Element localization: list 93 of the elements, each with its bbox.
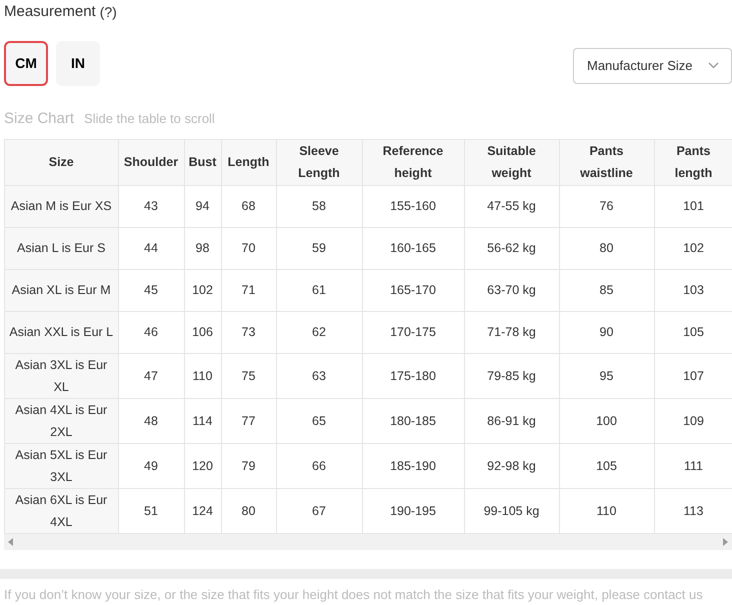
column-header: Pants waistline xyxy=(559,140,654,185)
table-cell: Asian 5XL is Eur 3XL xyxy=(5,443,118,488)
table-cell: 45 xyxy=(118,269,184,311)
table-cell: 160-165 xyxy=(362,227,464,269)
table-cell: 86-91 kg xyxy=(464,398,559,443)
table-cell: 114 xyxy=(184,398,221,443)
scroll-left-icon[interactable] xyxy=(8,538,13,546)
table-cell: 190-195 xyxy=(362,488,464,533)
table-cell: Asian 3XL is Eur XL xyxy=(5,353,118,398)
table-cell: 63 xyxy=(276,353,362,398)
scroll-hint: Slide the table to scroll xyxy=(84,110,215,128)
table-cell: 107 xyxy=(654,353,732,398)
column-header: Reference height xyxy=(362,140,464,185)
column-header: Bust xyxy=(184,140,221,185)
table-cell: 75 xyxy=(221,353,276,398)
table-cell: 48 xyxy=(118,398,184,443)
table-cell: 120 xyxy=(184,443,221,488)
table-cell: 70 xyxy=(221,227,276,269)
table-cell: 100 xyxy=(559,398,654,443)
column-header: Shoulder xyxy=(118,140,184,185)
table-cell: 103 xyxy=(654,269,732,311)
table-cell: Asian XXL is Eur L xyxy=(5,311,118,353)
table-cell: Asian L is Eur S xyxy=(5,227,118,269)
table-cell: 165-170 xyxy=(362,269,464,311)
table-cell: 175-180 xyxy=(362,353,464,398)
table-cell: 113 xyxy=(654,488,732,533)
table-cell: 180-185 xyxy=(362,398,464,443)
table-cell: 47-55 kg xyxy=(464,185,559,227)
table-cell: 79 xyxy=(221,443,276,488)
table-cell: 98 xyxy=(184,227,221,269)
table-cell: 110 xyxy=(184,353,221,398)
table-cell: 102 xyxy=(184,269,221,311)
table-cell: 99-105 kg xyxy=(464,488,559,533)
table-cell: 65 xyxy=(276,398,362,443)
table-cell: 67 xyxy=(276,488,362,533)
column-header: Suitable weight xyxy=(464,140,559,185)
table-cell: Asian 6XL is Eur 4XL xyxy=(5,488,118,533)
table-cell: Asian M is Eur XS xyxy=(5,185,118,227)
measurement-label: Measurement xyxy=(4,2,96,22)
table-cell: 95 xyxy=(559,353,654,398)
column-header: Length xyxy=(221,140,276,185)
table-cell: 80 xyxy=(559,227,654,269)
column-header: Sleeve Length xyxy=(276,140,362,185)
table-cell: 92-98 kg xyxy=(464,443,559,488)
column-header: Size xyxy=(5,140,118,185)
table-cell: 71 xyxy=(221,269,276,311)
table-cell: Asian 4XL is Eur 2XL xyxy=(5,398,118,443)
table-cell: 76 xyxy=(559,185,654,227)
unit-tab[interactable]: IN xyxy=(56,41,100,86)
scroll-right-icon[interactable] xyxy=(723,538,728,546)
footer-note: If you don’t know your size, or the size that fits your height does not match the size that fits your weight, please contact us xyxy=(3,586,704,604)
table-cell: 77 xyxy=(221,398,276,443)
help-icon[interactable]: (?) xyxy=(100,2,117,22)
table-cell: 94 xyxy=(184,185,221,227)
table-cell: 102 xyxy=(654,227,732,269)
table-cell: 109 xyxy=(654,398,732,443)
table-cell: 49 xyxy=(118,443,184,488)
table-cell: 68 xyxy=(221,185,276,227)
table-cell: 51 xyxy=(118,488,184,533)
table-cell: 111 xyxy=(654,443,732,488)
table-cell: 79-85 kg xyxy=(464,353,559,398)
table-cell: 101 xyxy=(654,185,732,227)
table-cell: 73 xyxy=(221,311,276,353)
table-cell: 63-70 kg xyxy=(464,269,559,311)
table-cell: 110 xyxy=(559,488,654,533)
table-cell: 62 xyxy=(276,311,362,353)
table-cell: 105 xyxy=(559,443,654,488)
table-cell: 124 xyxy=(184,488,221,533)
table-cell: 59 xyxy=(276,227,362,269)
table-cell: 106 xyxy=(184,311,221,353)
table-cell: 66 xyxy=(276,443,362,488)
table-cell: 155-160 xyxy=(362,185,464,227)
table-cell: Asian XL is Eur M xyxy=(5,269,118,311)
unit-tab[interactable]: CM xyxy=(4,41,48,86)
table-cell: 46 xyxy=(118,311,184,353)
table-cell: 85 xyxy=(559,269,654,311)
table-cell: 43 xyxy=(118,185,184,227)
size-chart-title: Size Chart xyxy=(4,109,74,129)
table-cell: 90 xyxy=(559,311,654,353)
table-cell: 47 xyxy=(118,353,184,398)
table-cell: 58 xyxy=(276,185,362,227)
table-cell: 71-78 kg xyxy=(464,311,559,353)
horizontal-scrollbar[interactable] xyxy=(4,534,732,550)
table-cell: 56-62 kg xyxy=(464,227,559,269)
table-cell: 170-175 xyxy=(362,311,464,353)
table-cell: 44 xyxy=(118,227,184,269)
table-cell: 185-190 xyxy=(362,443,464,488)
chevron-down-icon xyxy=(708,62,719,69)
size-system-dropdown[interactable]: Manufacturer Size xyxy=(573,48,732,84)
table-cell: 61 xyxy=(276,269,362,311)
column-header: Pants length xyxy=(654,140,732,185)
table-cell: 80 xyxy=(221,488,276,533)
table-cell: 105 xyxy=(654,311,732,353)
